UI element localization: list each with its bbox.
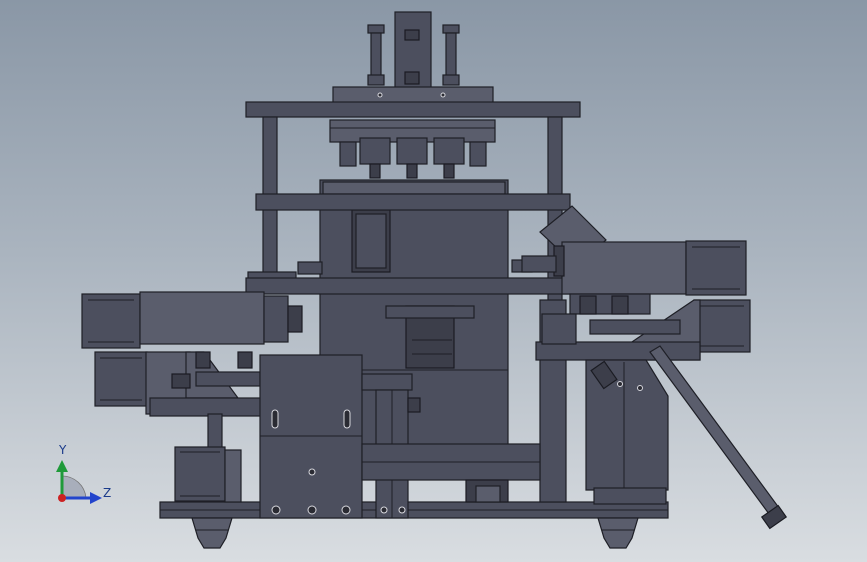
nozzle-head — [329, 119, 496, 179]
top-actuator — [332, 11, 494, 104]
right-lower-motor — [535, 293, 751, 361]
center-left-block — [259, 354, 363, 519]
left-bottom-motor — [174, 413, 242, 503]
y-axis-label: Y — [58, 443, 67, 457]
z-axis-arrowhead — [90, 492, 102, 504]
y-axis-arrowhead — [56, 460, 68, 472]
z-axis-label: Z — [103, 486, 111, 500]
triad-origin — [58, 494, 66, 502]
triad-arc — [61, 475, 87, 499]
axis-triad[interactable]: Y Z — [56, 443, 111, 504]
base-frame — [159, 501, 669, 549]
right-support-bracket — [585, 359, 669, 505]
discharge-tube — [649, 345, 788, 530]
machine-front-view: Y Z — [56, 11, 788, 549]
left-upper-motor — [81, 291, 303, 349]
cad-viewport[interactable]: Y Z — [0, 0, 867, 562]
left-lower-motor — [94, 351, 265, 417]
top-plate — [245, 101, 581, 118]
